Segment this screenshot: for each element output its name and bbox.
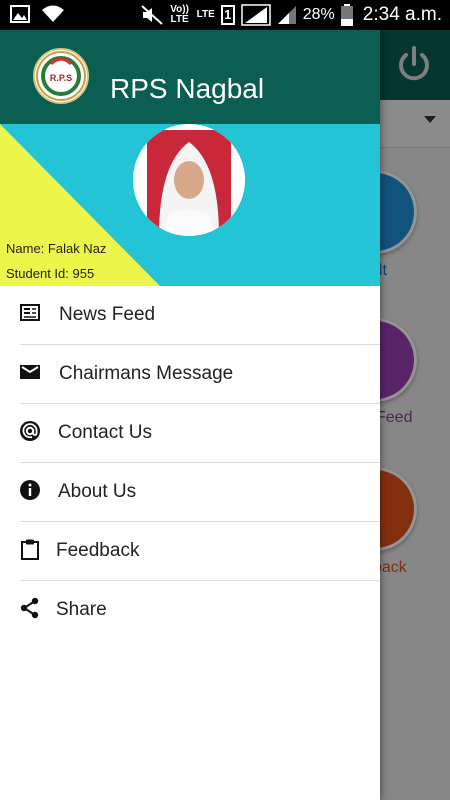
wifi-icon (42, 5, 64, 22)
menu-item-label: Share (56, 599, 107, 620)
menu-item-label: News Feed (59, 304, 156, 325)
menu-item-news-feed[interactable]: News Feed (0, 286, 380, 345)
mute-icon (140, 5, 163, 25)
clipboard-icon (21, 539, 39, 560)
drawer-menu: News Feed Chairmans Message Contact Us A… (0, 286, 380, 640)
sim-indicator: 1 (220, 5, 235, 25)
info-icon (20, 480, 40, 500)
image-notification-icon (10, 5, 30, 23)
signal-icon (241, 4, 271, 26)
battery-icon (340, 4, 353, 26)
app-title: RPS Nagbal (110, 73, 265, 104)
signal-icon-secondary (277, 6, 296, 24)
menu-item-feedback[interactable]: Feedback (0, 522, 380, 581)
menu-item-contact-us[interactable]: Contact Us (0, 404, 380, 463)
drawer-header: R.P.S RPS Nagbal (0, 30, 380, 124)
menu-item-share[interactable]: Share (0, 581, 380, 640)
lte-indicator: LTE (196, 9, 215, 20)
navigation-drawer: R.P.S RPS Nagbal Name: Falak Naz Student… (0, 30, 380, 800)
battery-percent: 28% (302, 6, 335, 23)
envelope-icon (20, 365, 40, 379)
student-name: Name: Falak Naz (6, 241, 107, 256)
school-logo: R.P.S (33, 48, 89, 104)
student-id: Student Id: 955 (6, 266, 95, 281)
menu-item-label: About Us (58, 481, 137, 502)
share-icon (20, 597, 39, 619)
menu-item-label: Feedback (56, 540, 140, 561)
newspaper-icon (20, 304, 40, 321)
status-bar: Vo)) LTE LTE 1 28% 2:34 a.m. (0, 0, 450, 30)
svg-text:R.P.S: R.P.S (50, 73, 72, 83)
menu-item-about-us[interactable]: About Us (0, 463, 380, 522)
clock: 2:34 a.m. (362, 4, 442, 25)
at-sign-icon (20, 421, 40, 441)
menu-item-label: Contact Us (58, 422, 152, 443)
menu-item-label: Chairmans Message (59, 363, 234, 384)
student-avatar (133, 124, 245, 236)
volte-indicator: Vo)) LTE (170, 4, 189, 25)
menu-item-chairmans-message[interactable]: Chairmans Message (0, 345, 380, 404)
profile-header: Name: Falak Naz Student Id: 955 (0, 124, 380, 286)
